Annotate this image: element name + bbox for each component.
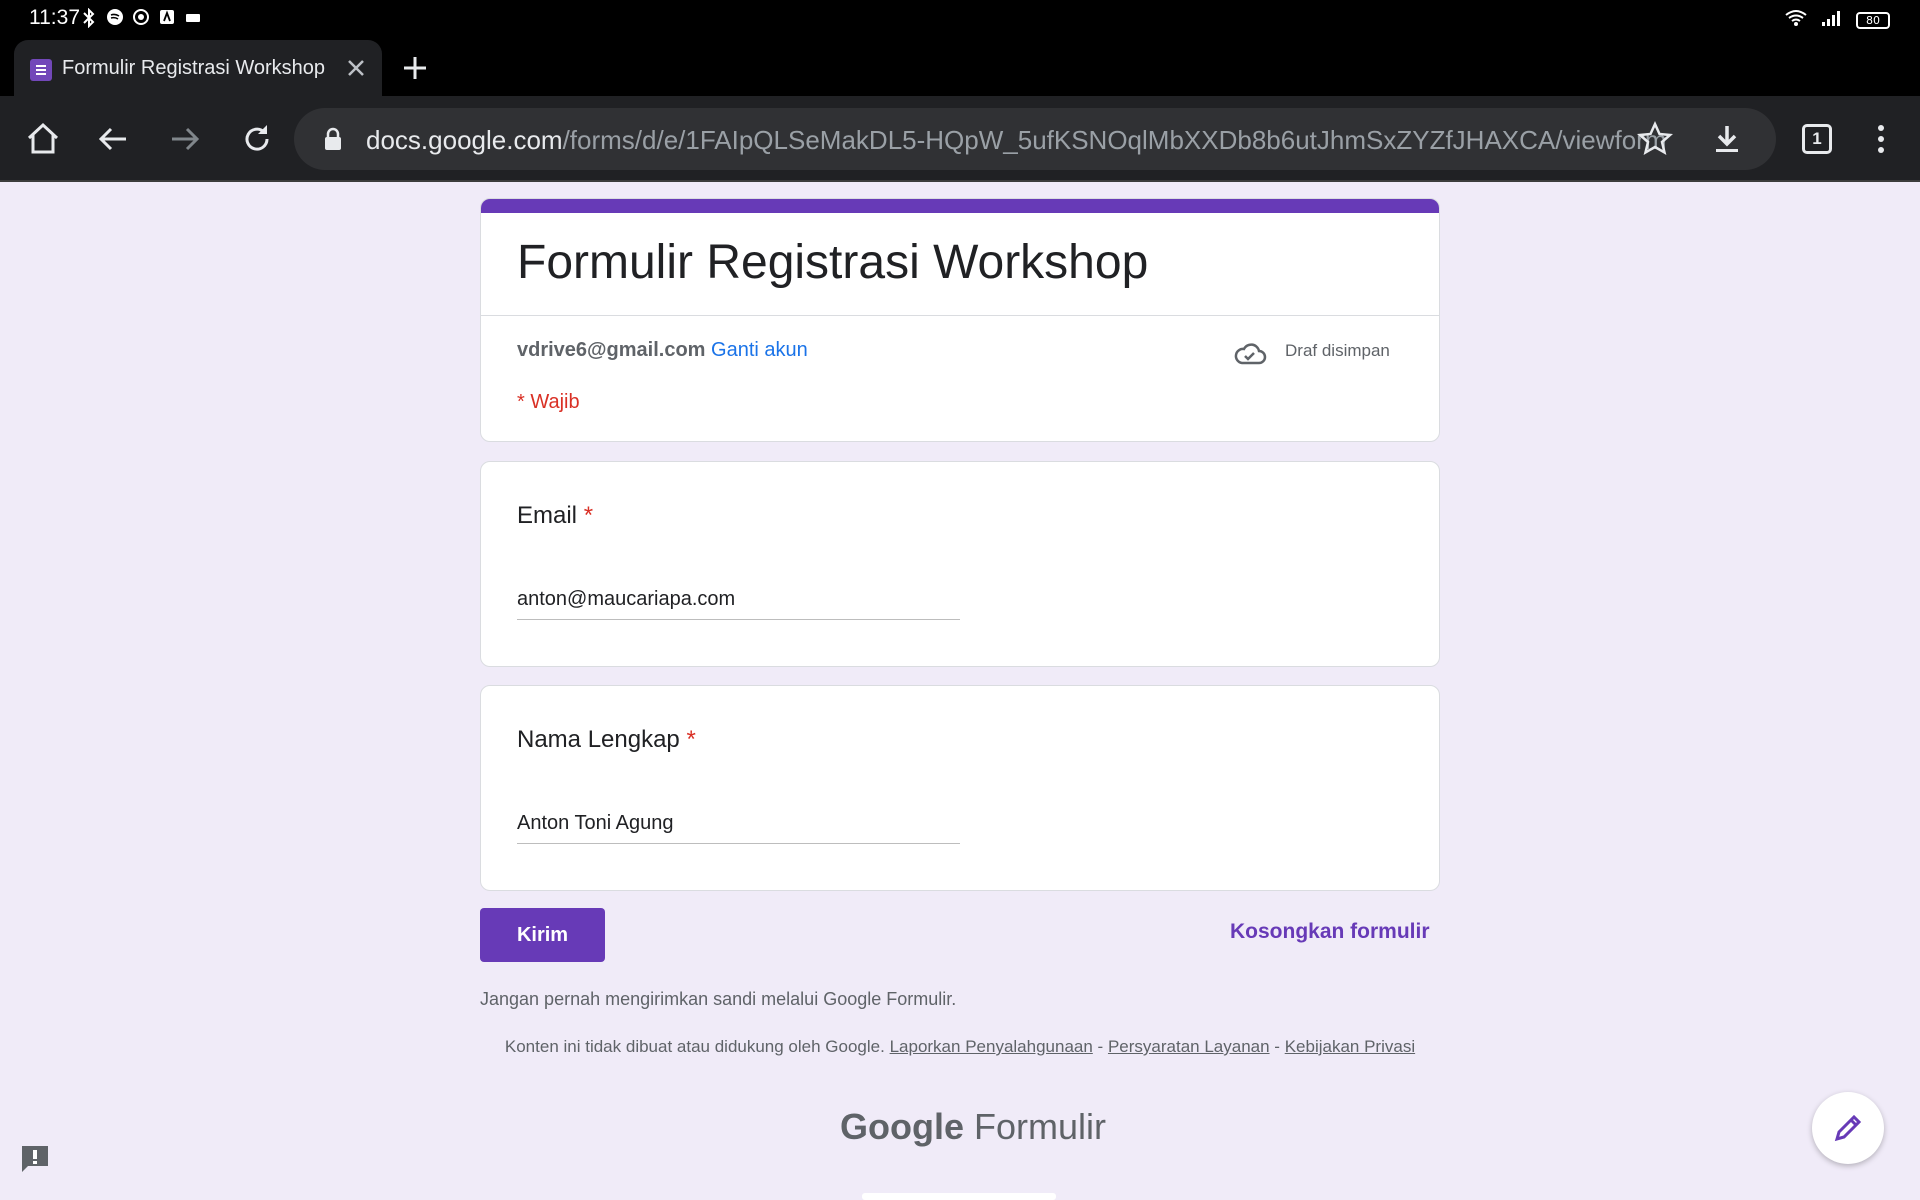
cloud-check-icon (1233, 337, 1267, 371)
url-text[interactable]: docs.google.com/forms/d/e/1FAIpQLSeMakDL… (366, 125, 1667, 156)
lock-icon[interactable] (320, 126, 346, 152)
new-tab-button[interactable] (395, 48, 435, 88)
browser-tab[interactable]: Formulir Registrasi Workshop (14, 40, 382, 96)
feedback-icon[interactable] (18, 1142, 52, 1176)
question-card-full-name: Nama Lengkap * (480, 685, 1440, 891)
gesture-bar (862, 1193, 1056, 1200)
form-header-card: Formulir Registrasi Workshop vdrive6@gma… (480, 198, 1440, 442)
terms-link[interactable]: Persyaratan Layanan (1108, 1037, 1270, 1056)
header-accent-bar (481, 199, 1439, 213)
browser-toolbar: docs.google.com/forms/d/e/1FAIpQLSeMakDL… (0, 96, 1920, 182)
tab-switcher-button[interactable]: 1 (1802, 124, 1832, 154)
required-asterisk: * (686, 726, 696, 753)
question-title: Nama Lengkap (517, 726, 680, 753)
whatsapp-icon (132, 8, 150, 26)
question-title: Email (517, 502, 578, 529)
disclaimer-text: Konten ini tidak dibuat atau didukung ol… (504, 1037, 885, 1056)
full-name-field[interactable] (517, 804, 960, 844)
bookmark-star-icon[interactable] (1634, 118, 1676, 160)
status-time: 11:37 (29, 6, 80, 29)
address-bar[interactable]: docs.google.com/forms/d/e/1FAIpQLSeMakDL… (294, 108, 1776, 170)
reload-icon[interactable] (234, 116, 280, 162)
bluetooth-icon (80, 7, 98, 29)
download-icon[interactable] (1706, 118, 1748, 160)
account-info: vdrive6@gmail.com Ganti akun (517, 339, 808, 362)
switch-account-link[interactable]: Ganti akun (711, 339, 808, 361)
required-note: * Wajib (517, 391, 580, 413)
separator: - (1274, 1037, 1280, 1056)
clear-form-button[interactable]: Kosongkan formulir (1230, 920, 1430, 944)
edit-pencil-button[interactable] (1812, 1092, 1884, 1164)
question-label: Email * (517, 502, 593, 530)
form-title: Formulir Registrasi Workshop (517, 236, 1149, 289)
required-asterisk: * (583, 502, 594, 529)
close-icon[interactable] (338, 50, 374, 86)
tab-strip: Formulir Registrasi Workshop (0, 36, 1920, 96)
pencil-icon (1834, 1114, 1862, 1142)
forms-favicon-icon (30, 59, 52, 81)
battery-icon: 80 (1856, 12, 1890, 29)
back-icon[interactable] (90, 116, 136, 162)
disclaimer: Konten ini tidak dibuat atau didukung ol… (480, 1036, 1440, 1057)
email-field[interactable] (517, 580, 960, 620)
wifi-icon (1784, 8, 1808, 33)
brand-google: Google (840, 1106, 964, 1147)
url-host: docs.google.com (366, 125, 563, 155)
divider (481, 315, 1439, 316)
draft-status: Draf disimpan (1285, 341, 1390, 360)
account-email: vdrive6@gmail.com (517, 339, 706, 361)
app-a-icon (158, 8, 176, 26)
separator: - (1097, 1037, 1104, 1056)
spotify-icon (106, 8, 124, 26)
tab-title: Formulir Registrasi Workshop (62, 57, 326, 79)
report-abuse-link[interactable]: Laporkan Penyalahgunaan (890, 1037, 1093, 1056)
google-forms-logo[interactable]: Google Formulir (840, 1106, 1106, 1148)
notification-icons (80, 7, 202, 29)
password-warning: Jangan pernah mengirimkan sandi melalui … (480, 989, 957, 1009)
privacy-link[interactable]: Kebijakan Privasi (1285, 1037, 1415, 1056)
question-label: Nama Lengkap * (517, 726, 696, 754)
url-path: /forms/d/e/1FAIpQLSeMakDL5-HQpW_5ufKSNOq… (562, 125, 1667, 155)
screen-icon (184, 8, 202, 26)
system-icons: 80 (1784, 8, 1890, 33)
question-card-email: Email * (480, 461, 1440, 667)
menu-dots-icon[interactable] (1858, 116, 1904, 162)
home-icon[interactable] (20, 116, 66, 162)
status-bar: 11:37 80 (0, 0, 1920, 36)
signal-icon (1820, 8, 1844, 33)
forward-icon[interactable] (162, 116, 208, 162)
brand-product: Formulir (974, 1106, 1107, 1147)
submit-button[interactable]: Kirim (480, 908, 605, 962)
